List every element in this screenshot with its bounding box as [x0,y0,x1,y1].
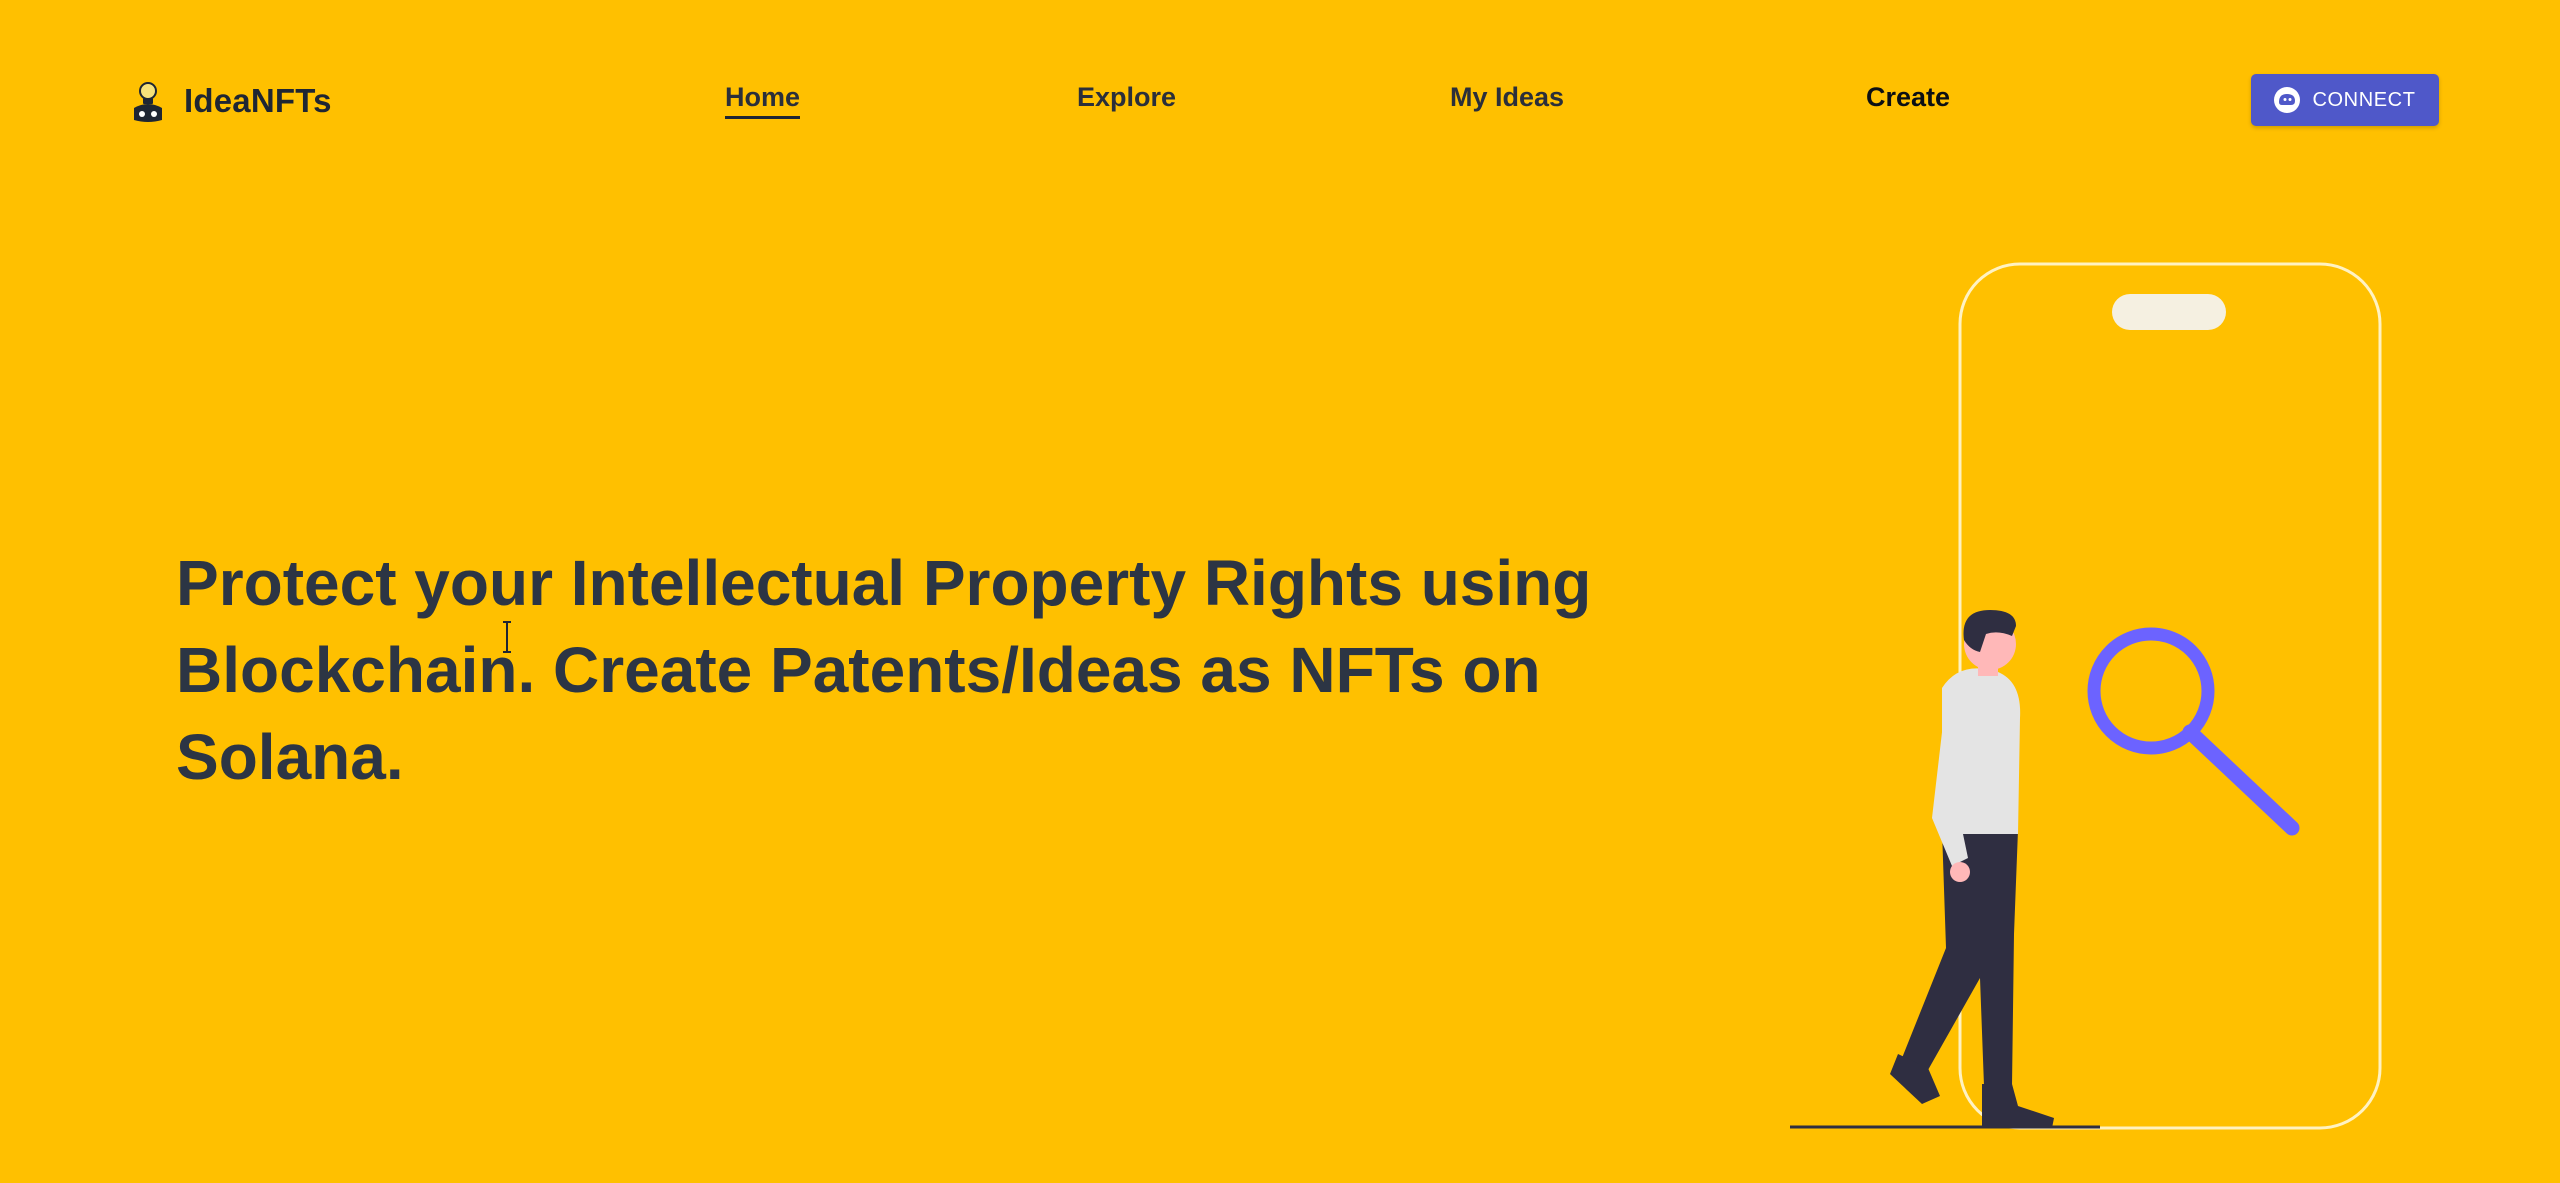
brand[interactable]: IdeaNFTs [128,78,332,124]
top-navbar: IdeaNFTs Home Explore My Ideas Create CO… [0,0,2560,200]
nav-home[interactable]: Home [725,82,801,119]
person-shoe-front [1982,1084,2054,1128]
person-with-phone-and-magnifier-illustration [1790,262,2382,1130]
person-hand [1950,862,1970,882]
lightbulb-ideas-icon [134,82,162,122]
text-cursor-icon [503,621,511,653]
phone-outline [1958,262,2382,1130]
wallet-ghost-icon [2274,87,2301,113]
connect-button-label: CONNECT [2312,88,2416,111]
nav-create[interactable]: Create [1866,82,1950,113]
nav-my-ideas[interactable]: My Ideas [1450,82,1564,113]
phone-notch [2112,294,2226,330]
connect-wallet-button[interactable]: CONNECT [2251,74,2439,126]
magnifier-handle [2182,724,2300,836]
hero-heading: Protect your Intellectual Property Right… [176,547,1592,793]
brand-name: IdeaNFTs [184,82,332,119]
nav-explore[interactable]: Explore [1077,82,1176,113]
